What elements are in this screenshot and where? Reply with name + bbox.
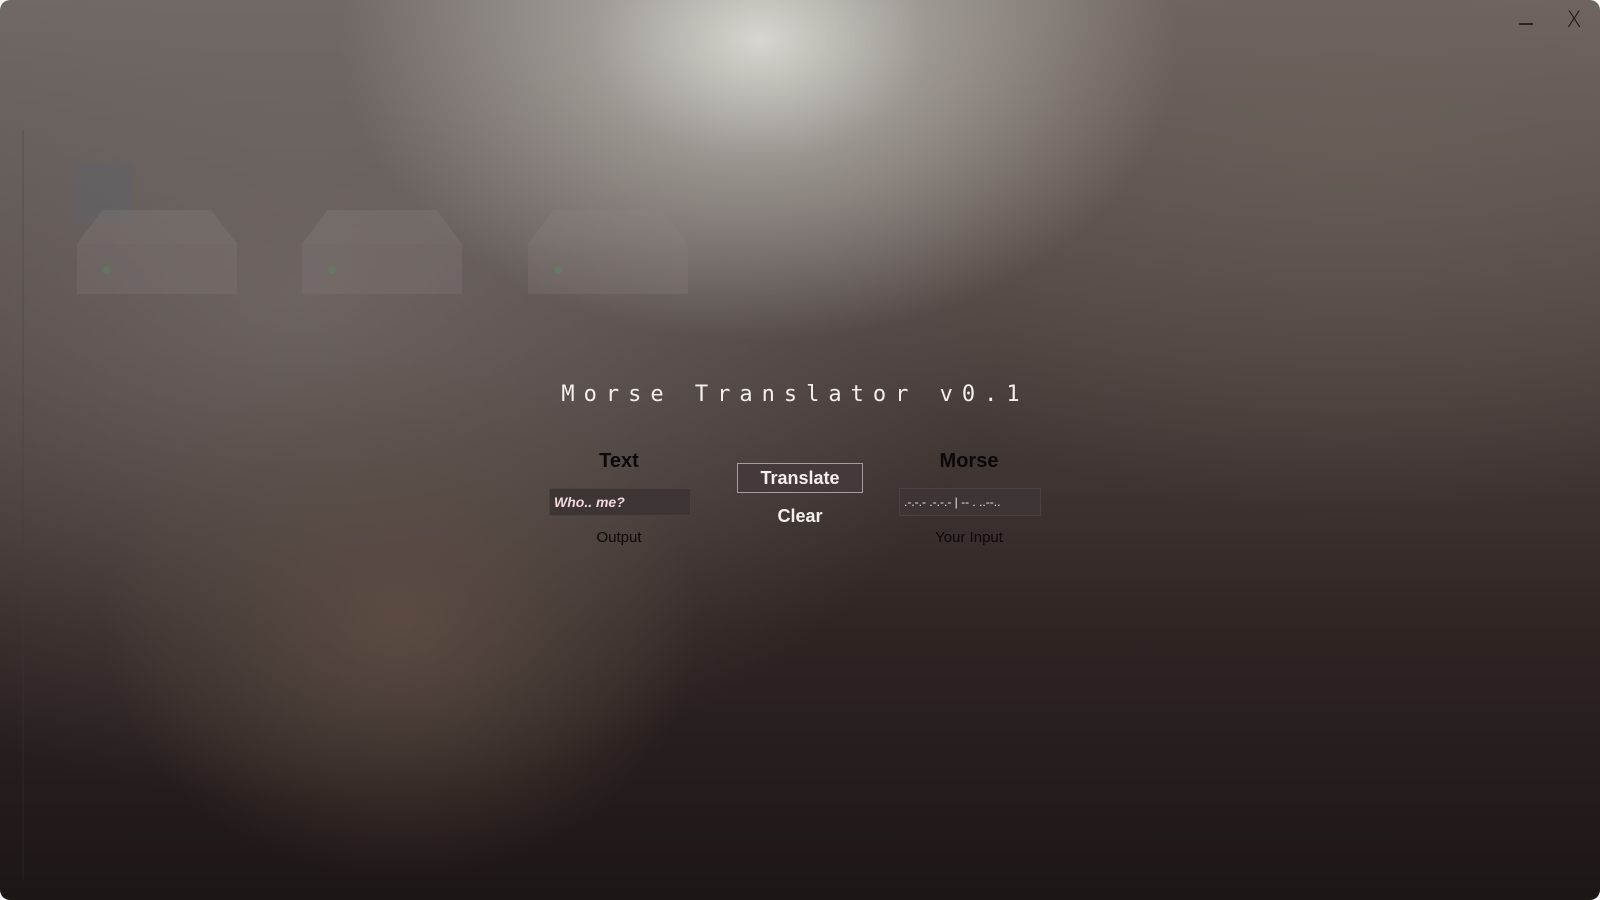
translate-button[interactable]: Translate <box>737 463 863 493</box>
your-input-label: Your Input <box>935 529 1003 546</box>
app-window: X Morse Translator v0.1 Text Output Tran… <box>0 0 1600 900</box>
clear-button[interactable]: Clear <box>737 501 863 531</box>
minimize-button[interactable] <box>1506 4 1546 36</box>
app-title: Morse Translator v0.1 <box>561 382 1029 407</box>
morse-input-field[interactable] <box>899 488 1041 516</box>
background-tile-ghost <box>73 163 133 223</box>
background-drive-ghost <box>528 210 688 294</box>
text-heading: Text <box>599 450 639 472</box>
background-drive-ghost <box>302 210 462 294</box>
close-icon: X <box>1566 7 1582 33</box>
output-label: Output <box>596 529 642 546</box>
background-drive-ghost <box>77 210 237 294</box>
text-output-field[interactable] <box>549 488 691 516</box>
morse-heading: Morse <box>939 450 999 472</box>
minimize-icon <box>1519 23 1533 25</box>
background-sidebar-ghost <box>22 130 24 880</box>
close-button[interactable]: X <box>1554 4 1594 36</box>
